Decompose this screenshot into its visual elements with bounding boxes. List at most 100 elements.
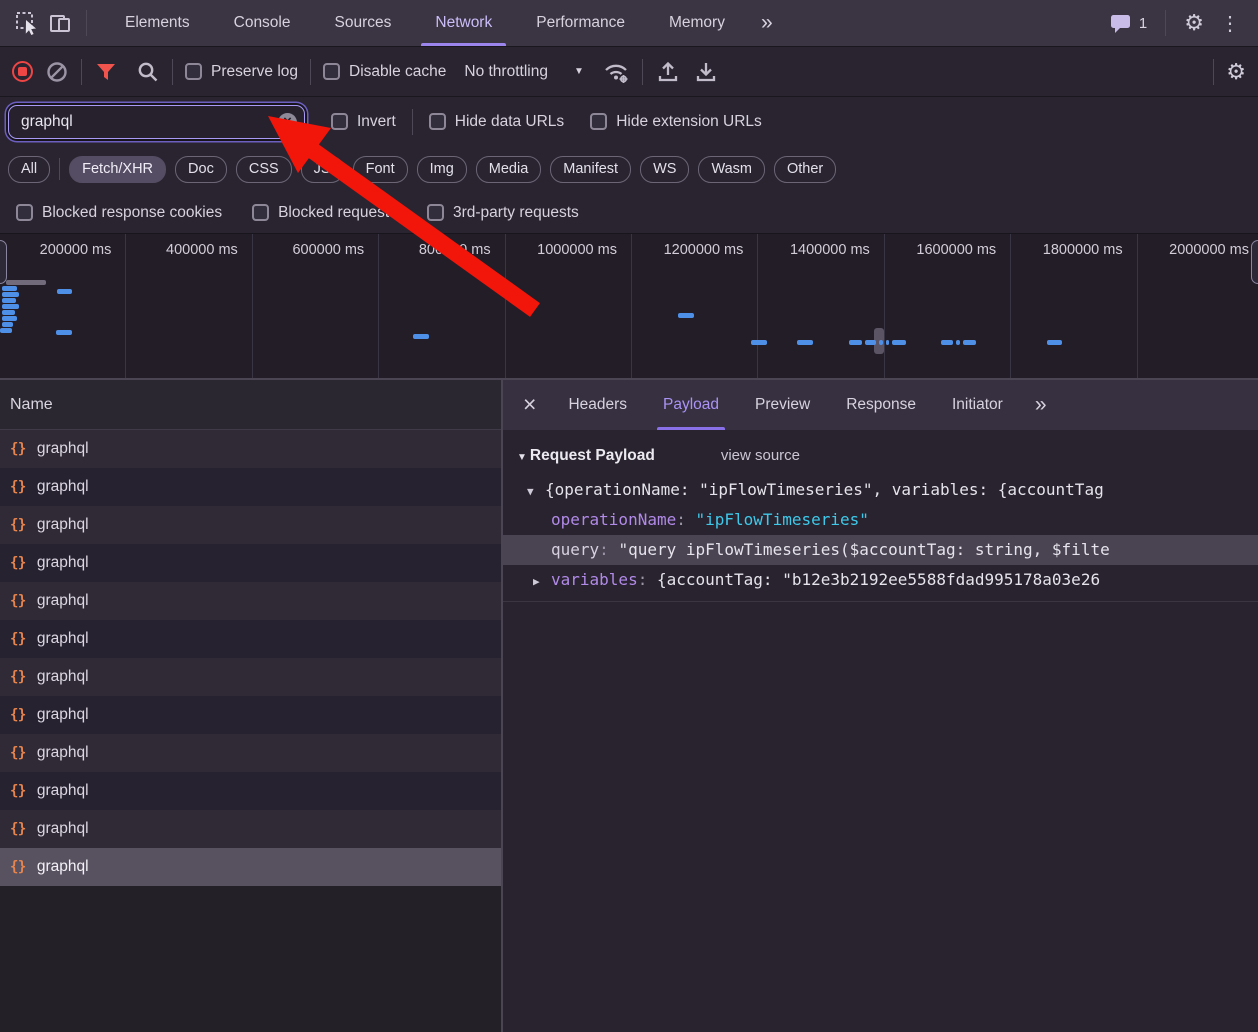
payload-key: variables (551, 570, 638, 589)
timeline-request-bar (797, 340, 813, 345)
close-details-icon[interactable]: × (517, 391, 550, 420)
timeline-tick-label: 1600000 ms (916, 234, 1010, 378)
timeline-request-bar (879, 340, 883, 345)
filter-input[interactable] (9, 113, 304, 131)
blocked-requests-checkbox[interactable] (252, 204, 269, 221)
timeline-request-bar (865, 340, 876, 345)
blocked-filter-blocked-requests: Blocked requests (252, 204, 397, 222)
chip-media[interactable]: Media (476, 156, 542, 183)
detail-tab-payload[interactable]: Payload (645, 380, 737, 430)
request-row[interactable]: {}graphql (0, 620, 501, 658)
payload-root-row[interactable]: ▼{operationName: "ipFlowTimeseries", var… (503, 475, 1258, 505)
tab-console[interactable]: Console (212, 0, 313, 46)
payload-row-operationname[interactable]: operationName: "ipFlowTimeseries" (503, 505, 1258, 535)
tab-sources[interactable]: Sources (313, 0, 414, 46)
timeline-tick-label: 1400000 ms (790, 234, 884, 378)
issues-icon[interactable] (1109, 11, 1133, 35)
network-conditions-icon[interactable] (602, 59, 630, 85)
request-row[interactable]: {}graphql (0, 772, 501, 810)
expand-arrow-icon[interactable]: ▶ (533, 567, 551, 595)
chip-all[interactable]: All (8, 156, 50, 183)
more-tabs-icon[interactable]: » (747, 11, 785, 35)
clear-network-log-button[interactable] (45, 60, 69, 84)
preserve-log-checkbox[interactable] (185, 63, 202, 80)
import-har-icon[interactable] (655, 59, 681, 85)
request-row[interactable]: {}graphql (0, 582, 501, 620)
request-row[interactable]: {}graphql (0, 658, 501, 696)
expand-arrow-icon[interactable]: ▼ (527, 477, 545, 505)
name-column-header[interactable]: Name (0, 380, 501, 430)
request-row[interactable]: {}graphql (0, 430, 501, 468)
request-name: graphql (37, 516, 89, 534)
devtools-window: ElementsConsoleSourcesNetworkPerformance… (0, 0, 1258, 1032)
3rd-party-requests-label: 3rd-party requests (453, 204, 579, 222)
chip-ws[interactable]: WS (640, 156, 689, 183)
request-row[interactable]: {}graphql (0, 810, 501, 848)
request-row[interactable]: {}graphql (0, 468, 501, 506)
request-row[interactable]: {}graphql (0, 696, 501, 734)
detail-tab-initiator[interactable]: Initiator (934, 380, 1021, 430)
request-row[interactable]: {}graphql (0, 848, 501, 886)
tab-elements[interactable]: Elements (103, 0, 212, 46)
timeline-right-handle[interactable] (1251, 240, 1258, 284)
network-overview-timeline[interactable]: 200000 ms400000 ms600000 ms800000 ms1000… (0, 234, 1258, 380)
filter-row: × Invert Hide data URLs Hide extension U… (0, 97, 1258, 146)
request-row[interactable]: {}graphql (0, 544, 501, 582)
payload-row-query[interactable]: query: "query ipFlowTimeseries($accountT… (503, 535, 1258, 565)
request-name: graphql (37, 744, 89, 762)
filter-icon[interactable] (94, 60, 118, 84)
search-icon[interactable] (136, 60, 160, 84)
record-network-log-button[interactable] (12, 61, 33, 82)
timeline-request-bar (892, 340, 906, 345)
clear-filter-icon[interactable]: × (278, 113, 297, 132)
chip-font[interactable]: Font (353, 156, 408, 183)
tab-network[interactable]: Network (413, 0, 514, 46)
blocked-response-cookies-checkbox[interactable] (16, 204, 33, 221)
settings-gear-icon[interactable]: ⚙ (1184, 12, 1204, 34)
3rd-party-requests-checkbox[interactable] (427, 204, 444, 221)
timeline-left-handle[interactable] (0, 240, 7, 284)
timeline-tick-label: 400000 ms (166, 234, 252, 378)
payload-value: {accountTag: "b12e3b2192ee5588fdad995178… (657, 570, 1100, 589)
timeline-tick-label: 1200000 ms (664, 234, 758, 378)
export-har-icon[interactable] (693, 59, 719, 85)
json-braces-icon: {} (10, 745, 26, 761)
request-row[interactable]: {} graphql (0, 734, 501, 772)
hide-extension-urls-checkbox[interactable] (590, 113, 607, 130)
menu-dots-icon[interactable]: ⋮ (1214, 11, 1246, 36)
timeline-column: 1600000 ms (885, 234, 1011, 378)
chip-img[interactable]: Img (417, 156, 467, 183)
detail-tab-response[interactable]: Response (828, 380, 934, 430)
network-settings-gear-icon[interactable]: ⚙ (1226, 61, 1246, 83)
chip-other[interactable]: Other (774, 156, 836, 183)
disable-cache-checkbox[interactable] (323, 63, 340, 80)
device-toolbar-icon[interactable] (44, 6, 78, 40)
timeline-column: 1000000 ms (506, 234, 632, 378)
chip-fetch-xhr[interactable]: Fetch/XHR (69, 156, 166, 183)
collapse-triangle-icon[interactable]: ▼ (517, 452, 527, 463)
throttling-dropdown[interactable]: No throttling ▼ (458, 63, 583, 81)
timeline-column: 1200000 ms (632, 234, 758, 378)
blocked-filter-blocked-response-cookies: Blocked response cookies (16, 204, 222, 222)
issues-count[interactable]: 1 (1139, 15, 1147, 32)
more-detail-tabs-icon[interactable]: » (1021, 393, 1059, 417)
chip-css[interactable]: CSS (236, 156, 292, 183)
request-row[interactable]: {} graphql (0, 506, 501, 544)
chip-manifest[interactable]: Manifest (550, 156, 631, 183)
hide-data-urls-checkbox[interactable] (429, 113, 446, 130)
invert-checkbox[interactable] (331, 113, 348, 130)
json-braces-icon: {} (10, 517, 26, 533)
chip-wasm[interactable]: Wasm (698, 156, 765, 183)
tab-memory[interactable]: Memory (647, 0, 747, 46)
tab-performance[interactable]: Performance (514, 0, 647, 46)
chip-js[interactable]: JS (301, 156, 344, 183)
view-source-link[interactable]: view source (721, 447, 800, 464)
json-braces-icon: {} (10, 707, 26, 723)
chip-doc[interactable]: Doc (175, 156, 227, 183)
inspect-element-icon[interactable] (10, 6, 44, 40)
request-name: graphql (37, 782, 89, 800)
detail-tab-preview[interactable]: Preview (737, 380, 828, 430)
detail-tab-headers[interactable]: Headers (550, 380, 645, 430)
payload-row-variables[interactable]: ▶variables: {accountTag: "b12e3b2192ee55… (503, 565, 1258, 595)
requests-table: Name {}graphql{}graphql{}graphql{}graphq… (0, 380, 501, 1032)
